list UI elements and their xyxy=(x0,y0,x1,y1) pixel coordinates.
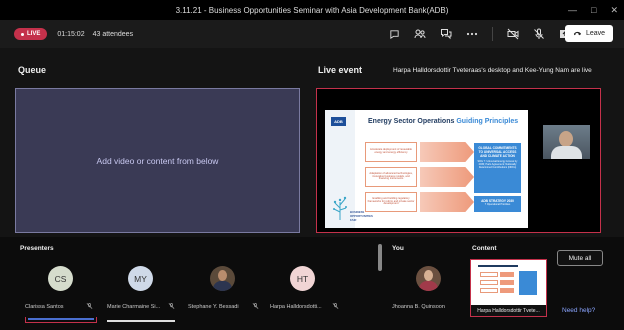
avatar-initials: CS xyxy=(54,273,67,284)
live-event-stage[interactable]: ADB Energy Sector Operations Guiding Pri… xyxy=(316,88,601,233)
adb-logo: ADB xyxy=(331,117,346,126)
slide-title-highlight: Guiding Principles xyxy=(456,118,519,125)
mic-off-icon[interactable] xyxy=(533,28,545,40)
slide-arrow-1 xyxy=(420,142,474,162)
slide-title-prefix: Energy Sector Operations xyxy=(368,118,457,125)
queue-heading: Queue xyxy=(18,65,47,75)
you-photo xyxy=(416,266,441,291)
slide-arrow-2 xyxy=(420,167,474,187)
window-controls: — □ ✕ xyxy=(568,0,618,20)
avatar[interactable]: HT xyxy=(290,266,315,291)
live-event-heading: Live event xyxy=(318,65,363,75)
content-heading: Content xyxy=(472,245,497,252)
content-thumb-slide xyxy=(474,263,544,305)
slide-commitments-box: GLOBAL COMMITMENTS TO UNIVERSAL ACCESS A… xyxy=(474,143,521,193)
avatar[interactable] xyxy=(210,266,235,291)
need-help-link[interactable]: Need help? xyxy=(562,307,595,314)
presenter-name: Clarissa Santos xyxy=(25,304,64,310)
minimize-icon[interactable]: — xyxy=(568,5,577,15)
title-bar: 3.11.21 - Business Opportunities Seminar… xyxy=(0,0,624,20)
avatar-initials: MY xyxy=(134,273,147,284)
webcam-head xyxy=(559,131,573,147)
elapsed-time: 01:15:02 xyxy=(57,30,85,38)
slide-commitments-sub: SDG 7: Universal Energy Access by 2030; … xyxy=(477,160,518,170)
mic-off-icon[interactable] xyxy=(252,302,259,312)
slide-strategy-box: ADB STRATEGY 2030 7 Operational Prioriti… xyxy=(474,196,521,212)
toolbar-icons xyxy=(388,20,571,48)
more-icon[interactable] xyxy=(466,28,478,40)
chat-icon[interactable] xyxy=(388,28,400,40)
slide-tree-graphic xyxy=(329,190,351,220)
you-heading: You xyxy=(392,245,404,252)
queue-dropzone[interactable]: Add video or content from below xyxy=(15,88,300,233)
avatar[interactable] xyxy=(416,266,441,291)
presenter-name: Harpa Halldorsdotti... xyxy=(270,304,322,310)
leave-button[interactable]: Leave xyxy=(565,25,613,42)
toolbar-divider xyxy=(492,27,493,41)
presenters-scrollbar[interactable] xyxy=(378,244,382,271)
presenters-heading: Presenters xyxy=(20,245,54,252)
audio-level-bar xyxy=(107,320,175,322)
slide-commitments-title: GLOBAL COMMITMENTS TO UNIVERSAL ACCESS A… xyxy=(478,146,517,158)
slide-principle-2: Adaptation of advanced technologies, inn… xyxy=(365,167,417,187)
people-icon[interactable] xyxy=(414,28,426,40)
presenter-name: Stephane Y. Bessadi xyxy=(188,304,239,310)
slide-footer-logo: BUSINESS OPPORTUNITIES FAIR xyxy=(350,210,373,222)
presenter-name: Marie Charmaine Si... xyxy=(107,304,161,310)
queue-placeholder: Add video or content from below xyxy=(96,155,219,166)
camera-off-icon[interactable] xyxy=(507,28,519,40)
avatar[interactable]: MY xyxy=(128,266,153,291)
qa-icon[interactable] xyxy=(440,28,452,40)
mic-off-icon[interactable] xyxy=(332,302,339,312)
mic-off-icon[interactable] xyxy=(86,302,93,312)
slide-principle-3: Enabling and building regulatory framewo… xyxy=(365,192,417,212)
window-title: 3.11.21 - Business Opportunities Seminar… xyxy=(175,5,449,15)
meeting-toolbar: LIVE 01:15:02 43 attendees xyxy=(0,20,624,48)
mic-off-icon[interactable] xyxy=(168,302,175,312)
audio-level-bar xyxy=(28,318,94,320)
live-badge: LIVE xyxy=(14,28,48,40)
mute-all-button[interactable]: Mute all xyxy=(557,250,603,266)
avatar-initials: HT xyxy=(296,273,309,284)
attendee-count: 43 attendees xyxy=(92,30,134,38)
content-caption: Harpa Halldorsdottir Tvete... xyxy=(471,305,546,316)
slide-title: Energy Sector Operations Guiding Princip… xyxy=(368,118,518,125)
slide-principle-1: Accelerate deployment of renewable energ… xyxy=(365,142,417,162)
live-label: LIVE xyxy=(27,31,41,37)
live-event-description: Harpa Halldorsdottir Tveteraas's desktop… xyxy=(393,67,592,74)
content-thumbnail[interactable]: Harpa Halldorsdottir Tvete... xyxy=(470,259,547,317)
you-name: Jhoanna B. Quinsoon xyxy=(392,304,445,310)
webcam-body xyxy=(551,146,582,159)
shared-slide: ADB Energy Sector Operations Guiding Pri… xyxy=(325,110,528,228)
presenter-webcam xyxy=(543,125,590,159)
live-dot-icon xyxy=(21,32,24,36)
slide-strategy-sub: 7 Operational Priorities xyxy=(484,203,511,206)
presenter-photo xyxy=(210,266,235,291)
maximize-icon[interactable]: □ xyxy=(591,5,596,15)
close-icon[interactable]: ✕ xyxy=(610,5,618,16)
phone-hangup-icon xyxy=(573,30,582,38)
selected-presenter-indicator xyxy=(25,317,97,323)
avatar[interactable]: CS xyxy=(48,266,73,291)
leave-label: Leave xyxy=(585,30,606,37)
slide-arrow-3 xyxy=(420,192,474,212)
